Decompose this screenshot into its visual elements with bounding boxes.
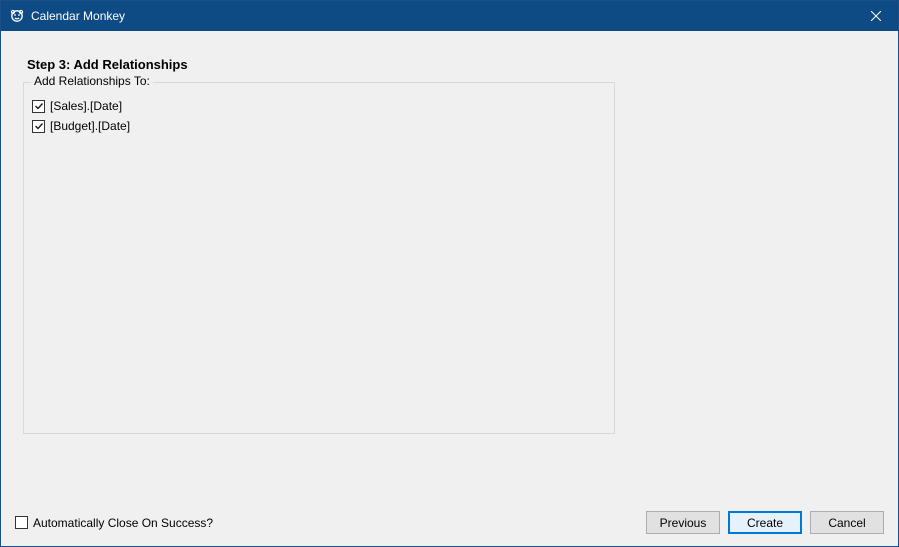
relationship-label: [Sales].[Date] <box>50 99 122 113</box>
app-icon <box>9 8 25 24</box>
footer: Automatically Close On Success? Previous… <box>15 511 884 534</box>
previous-button[interactable]: Previous <box>646 511 720 534</box>
auto-close-checkbox[interactable] <box>15 516 28 529</box>
window-title: Calendar Monkey <box>31 9 853 23</box>
groupbox-label: Add Relationships To: <box>31 74 153 88</box>
titlebar: Calendar Monkey <box>1 1 898 31</box>
relationship-checkbox-sales-date[interactable] <box>32 100 45 113</box>
cancel-button[interactable]: Cancel <box>810 511 884 534</box>
step-heading: Step 3: Add Relationships <box>27 57 884 72</box>
content-area: Step 3: Add Relationships Add Relationsh… <box>1 31 898 546</box>
check-icon <box>34 121 44 131</box>
relationships-groupbox: Add Relationships To: [Sales].[Date] [Bu… <box>23 82 615 434</box>
auto-close-row: Automatically Close On Success? <box>15 516 646 530</box>
create-button[interactable]: Create <box>728 511 802 534</box>
auto-close-label: Automatically Close On Success? <box>33 516 213 530</box>
relationship-label: [Budget].[Date] <box>50 119 130 133</box>
relationship-checkbox-budget-date[interactable] <box>32 120 45 133</box>
relationship-item: [Sales].[Date] <box>32 99 606 113</box>
close-icon <box>871 11 881 21</box>
close-button[interactable] <box>853 1 898 31</box>
button-row: Previous Create Cancel <box>646 511 884 534</box>
relationship-item: [Budget].[Date] <box>32 119 606 133</box>
check-icon <box>34 101 44 111</box>
